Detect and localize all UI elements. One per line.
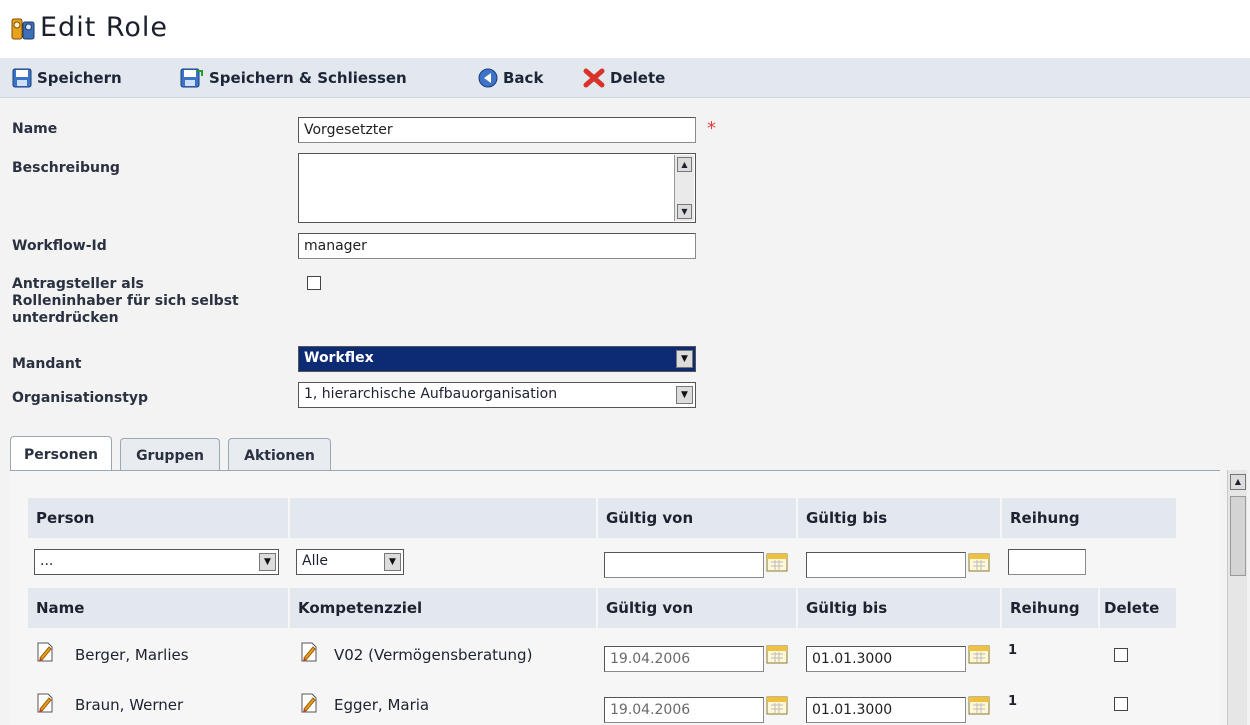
suppress-label: Antragsteller als Rolleninhaber für sich… — [12, 276, 239, 327]
name-label: Name — [12, 121, 58, 137]
edit-document-icon[interactable] — [300, 693, 318, 713]
calendar-icon[interactable] — [766, 552, 788, 572]
calendar-icon[interactable] — [968, 552, 990, 572]
chevron-down-icon: ▼ — [676, 350, 693, 368]
tab-gruppen[interactable]: Gruppen — [120, 438, 220, 472]
scroll-thumb[interactable] — [1230, 496, 1246, 576]
orgtype-label: Organisationstyp — [12, 390, 149, 406]
row-order: 1 — [1008, 694, 1018, 709]
required-marker: * — [707, 118, 716, 139]
save-close-icon — [180, 68, 203, 88]
order-filter-input[interactable] — [1008, 549, 1086, 575]
page-title: Edit Role — [40, 12, 169, 43]
calendar-icon[interactable] — [766, 644, 788, 664]
filter-header-valid-from: Gültig von — [598, 498, 796, 538]
delete-x-icon — [583, 68, 605, 88]
workflow-id-input[interactable]: manager — [298, 233, 696, 259]
table-row — [28, 634, 1176, 678]
mandant-label: Mandant — [12, 356, 82, 372]
person-filter-value: ... — [40, 553, 54, 569]
back-label: Back — [503, 69, 544, 87]
person-filter-select[interactable]: ... ▼ — [34, 549, 279, 575]
row-valid-to-input[interactable]: 01.01.3000 — [806, 697, 966, 723]
chevron-down-icon: ▼ — [384, 553, 401, 571]
calendar-icon[interactable] — [968, 695, 990, 715]
chevron-down-icon: ▼ — [259, 553, 276, 571]
row-valid-from-input[interactable]: 19.04.2006 — [604, 697, 764, 723]
calendar-icon[interactable] — [766, 695, 788, 715]
filter-header-order: Reihung — [1002, 498, 1176, 538]
orgtype-value: 1, hierarchische Aufbauorganisation — [304, 386, 558, 402]
valid-to-filter-input[interactable] — [806, 552, 966, 578]
row-target[interactable]: V02 (Vermögensberatung) — [334, 646, 532, 664]
scope-filter-select[interactable]: Alle ▼ — [296, 549, 404, 575]
row-order: 1 — [1008, 643, 1018, 658]
panel-scrollbar[interactable]: ▲ — [1227, 470, 1247, 725]
table-header-valid-from: Gültig von — [598, 588, 796, 628]
save-close-label: Speichern & Schliessen — [209, 69, 407, 87]
save-close-button[interactable]: Speichern & Schliessen — [180, 66, 407, 90]
scope-filter-value: Alle — [302, 553, 328, 569]
row-target[interactable]: Egger, Maria — [334, 696, 429, 714]
back-icon — [478, 68, 498, 88]
valid-from-filter-input[interactable] — [604, 552, 764, 578]
suppress-label-line-1: Antragsteller als — [12, 276, 144, 292]
tab-aktionen[interactable]: Aktionen — [228, 438, 331, 472]
filter-header-person: Person — [28, 498, 288, 538]
row-valid-from-input[interactable]: 19.04.2006 — [604, 646, 764, 672]
row-delete-checkbox[interactable] — [1114, 697, 1128, 711]
delete-button[interactable]: Delete — [583, 66, 665, 90]
chevron-down-icon: ▼ — [676, 386, 693, 404]
table-header-valid-to: Gültig bis — [798, 588, 1000, 628]
suppress-label-line-2: Rolleninhaber für sich selbst — [12, 293, 239, 309]
filter-header-valid-to: Gültig bis — [798, 498, 1000, 538]
mandant-select[interactable]: Workflex ▼ — [298, 346, 696, 372]
save-button[interactable]: Speichern — [12, 66, 122, 90]
row-delete-checkbox[interactable] — [1114, 648, 1128, 662]
back-button[interactable]: Back — [478, 66, 543, 90]
description-scrollbar[interactable]: ▲ ▼ — [674, 155, 694, 221]
workflow-id-label: Workflow-Id — [12, 238, 107, 254]
table-header-order: Reihung — [1002, 588, 1098, 628]
scroll-up-icon[interactable]: ▲ — [1230, 474, 1246, 490]
toolbar: Speichern Speichern & Schliessen Back De… — [0, 58, 1250, 98]
save-icon — [12, 68, 32, 88]
filter-header-blank — [290, 498, 596, 538]
edit-document-icon[interactable] — [300, 642, 318, 662]
save-label: Speichern — [37, 69, 122, 87]
scroll-down-icon[interactable]: ▼ — [677, 204, 692, 219]
roles-icon — [11, 18, 35, 40]
orgtype-select[interactable]: 1, hierarchische Aufbauorganisation ▼ — [298, 382, 696, 408]
tab-personen[interactable]: Personen — [10, 436, 112, 472]
edit-document-icon[interactable] — [36, 642, 54, 662]
scroll-up-icon[interactable]: ▲ — [677, 157, 692, 172]
suppress-label-line-3: unterdrücken — [12, 310, 119, 326]
name-input[interactable]: Vorgesetzter — [298, 117, 696, 143]
mandant-value: Workflex — [304, 350, 374, 366]
row-name[interactable]: Berger, Marlies — [75, 646, 189, 664]
table-header-delete: Delete — [1100, 588, 1176, 628]
description-label: Beschreibung — [12, 160, 120, 176]
table-header-name: Name — [28, 588, 288, 628]
title-bar — [0, 0, 1250, 58]
delete-label: Delete — [610, 69, 666, 87]
calendar-icon[interactable] — [968, 644, 990, 664]
row-name[interactable]: Braun, Werner — [75, 696, 183, 714]
suppress-checkbox[interactable] — [307, 276, 321, 290]
row-valid-to-input[interactable]: 01.01.3000 — [806, 646, 966, 672]
edit-document-icon[interactable] — [36, 693, 54, 713]
table-header-target: Kompetenzziel — [290, 588, 596, 628]
table-row — [28, 680, 1176, 724]
description-textarea[interactable]: ▲ ▼ — [298, 153, 696, 223]
